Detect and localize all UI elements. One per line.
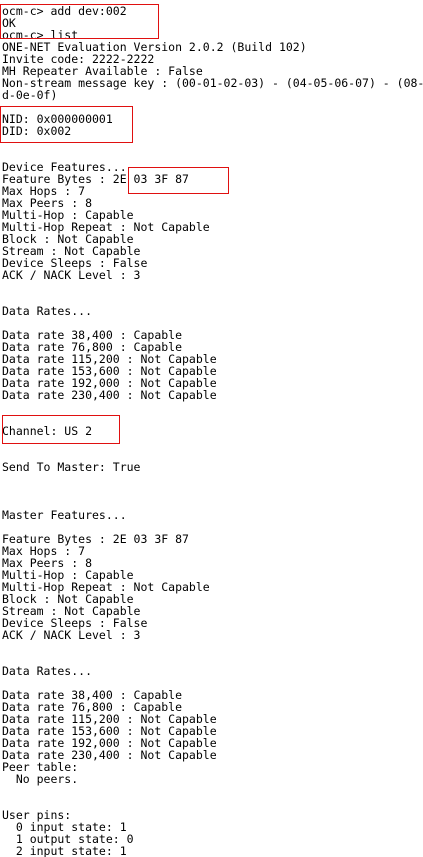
console-line: No peers.: [2, 772, 79, 786]
console-line: Data rate 230,400 : Not Capable: [2, 388, 217, 402]
console-line: Send To Master: True: [2, 460, 141, 474]
console-line: ACK / NACK Level : 3: [2, 628, 141, 642]
console-line: ACK / NACK Level : 3: [2, 268, 141, 282]
console-line: Master Features...: [2, 508, 127, 522]
console-line: Channel: US 2: [2, 424, 93, 438]
console-line: Data Rates...: [2, 304, 93, 318]
console-line: Data Rates...: [2, 664, 93, 678]
console-line: ocm-c> add dev:002: [2, 4, 127, 18]
console-output[interactable]: ocm-c> add dev:002 OK ocm-c> list ONE-NET E…: [0, 0, 423, 857]
console-line: DID: 0x002: [2, 124, 72, 138]
console-line: d-0e-0f): [2, 88, 58, 102]
console-line: Non-stream message key : (00-01-02-03) -…: [2, 76, 423, 90]
console-line: 2 input state: 1: [2, 844, 127, 857]
